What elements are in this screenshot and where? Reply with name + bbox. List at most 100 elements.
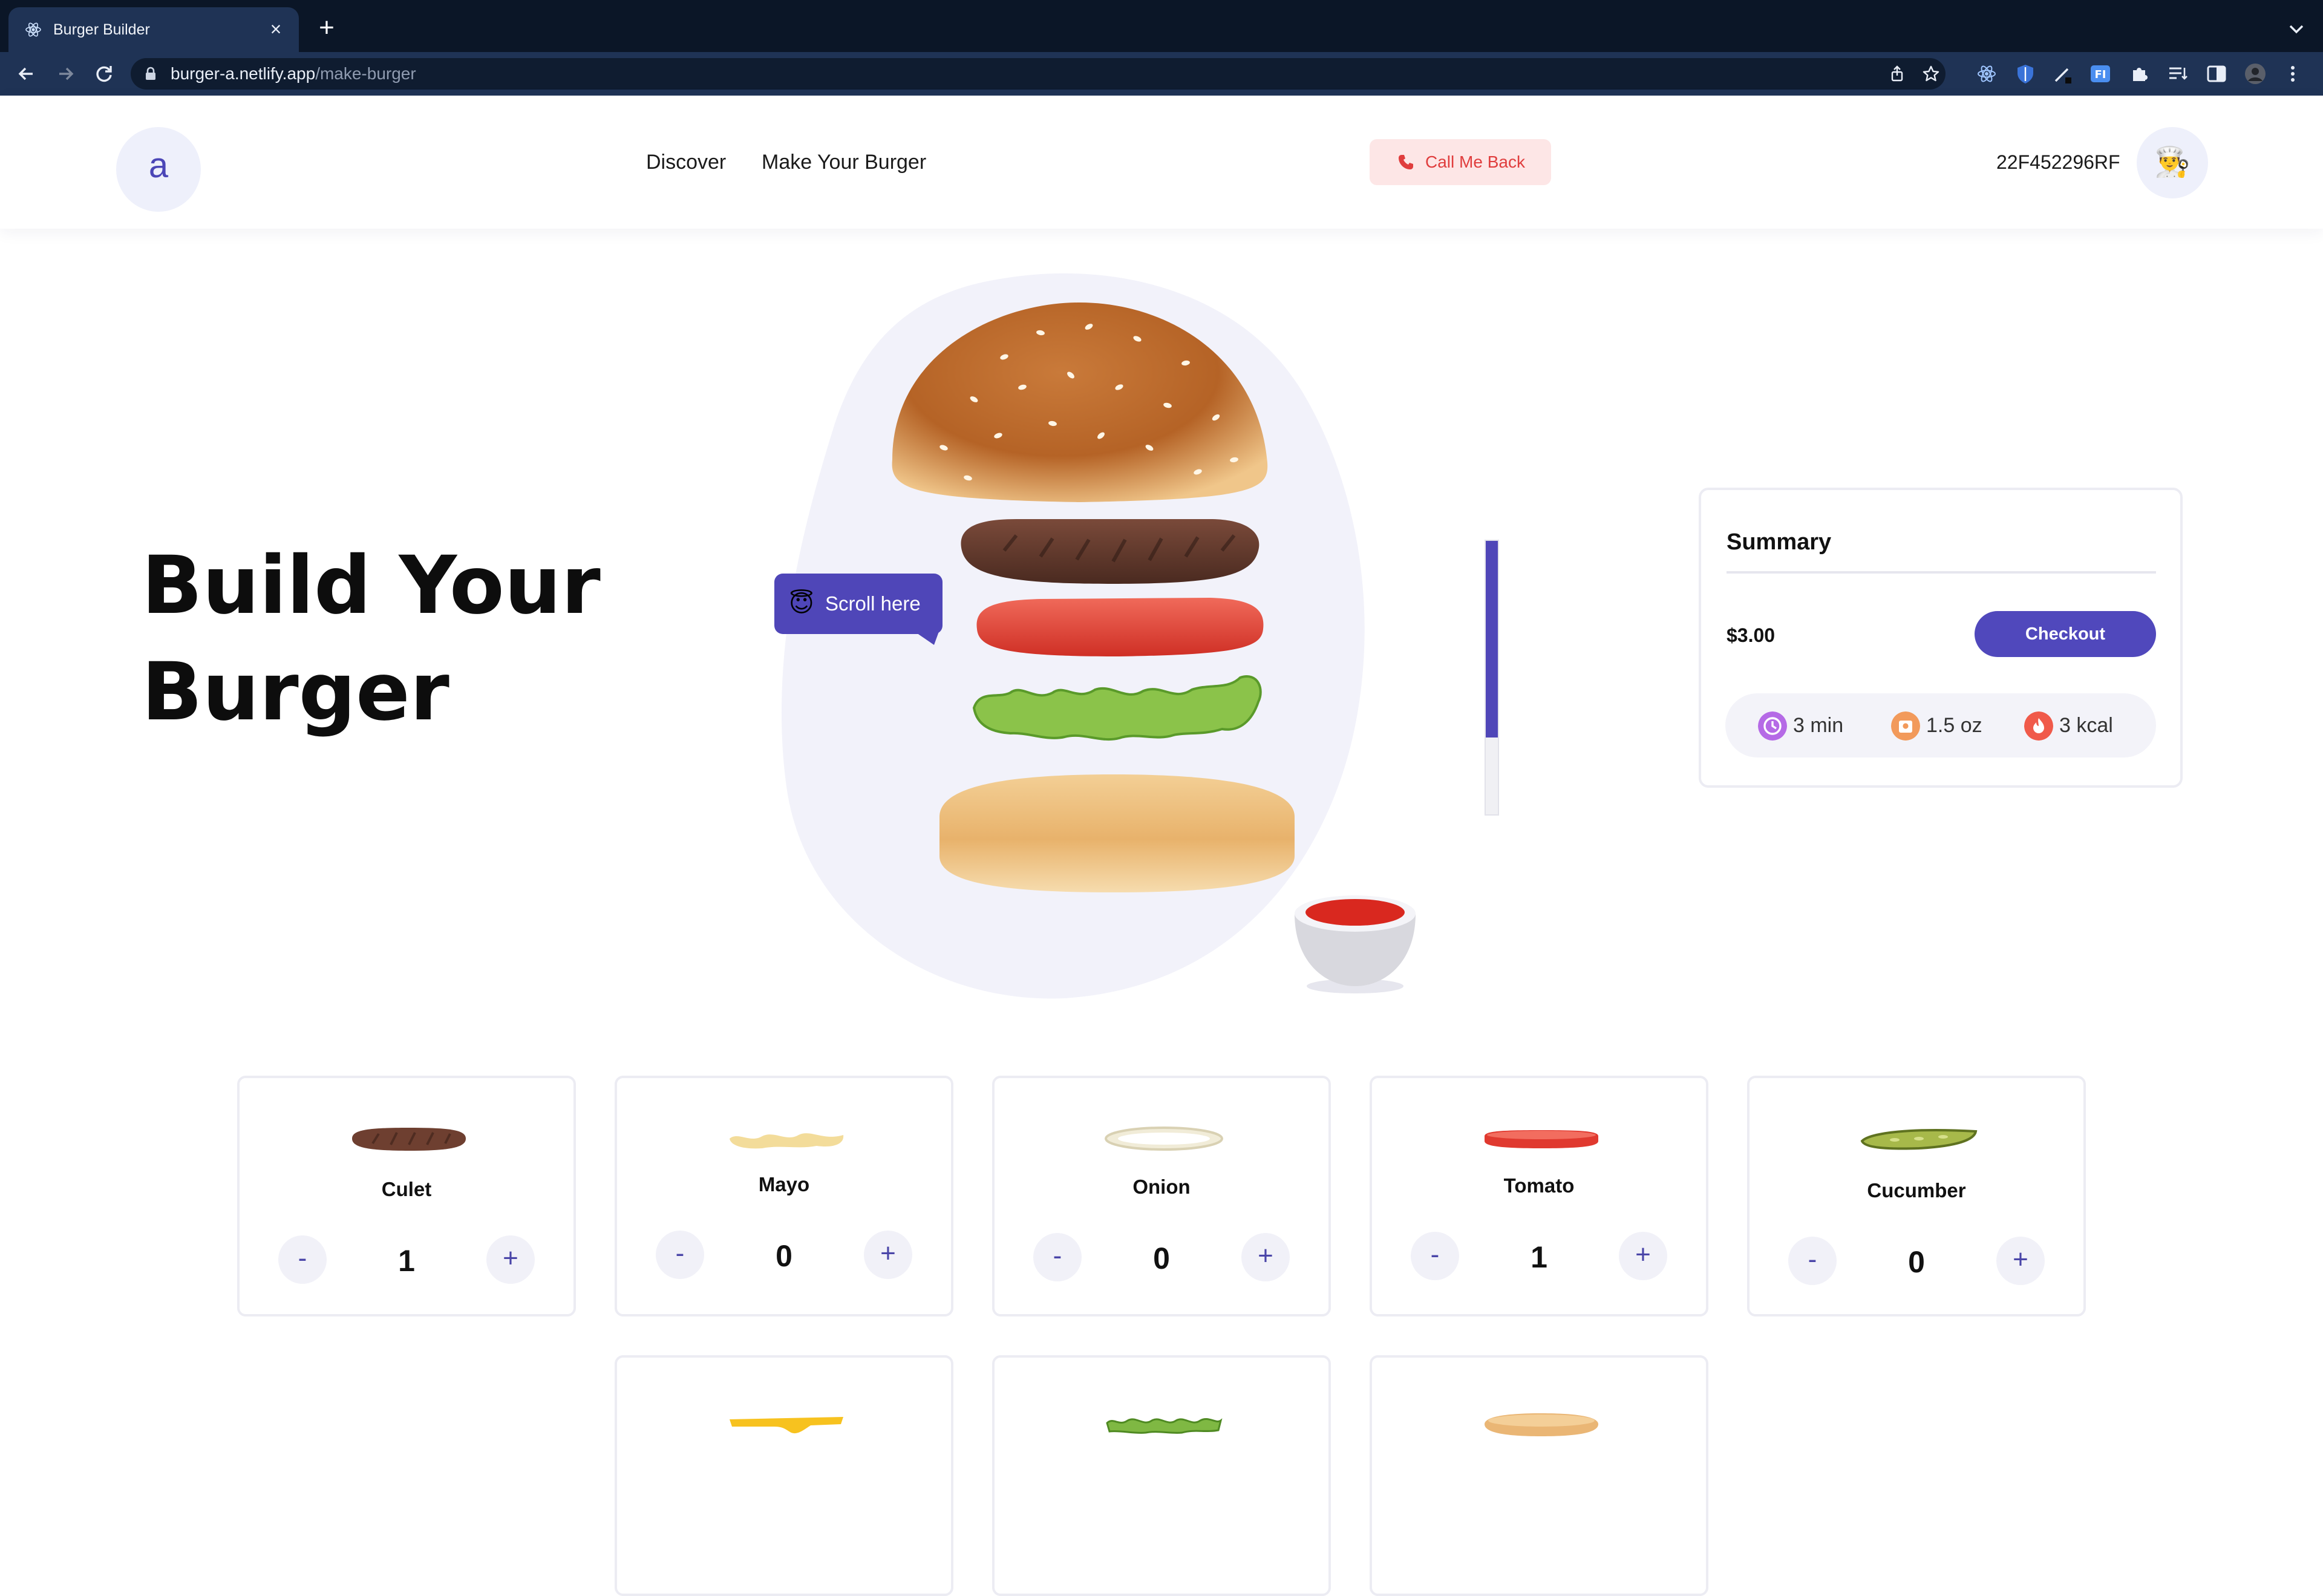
tooltip-tail [915,632,939,645]
nav-link-discover[interactable]: Discover [646,149,726,175]
burger-scroll-thumb[interactable] [1486,541,1498,737]
tomato-layer [976,598,1264,656]
decrease-onion-button[interactable]: - [1033,1233,1082,1281]
smile-emoji-icon: 😇 [789,590,814,617]
onion-count: 0 [1153,1241,1170,1275]
ingredient-name: Culet [381,1178,432,1200]
ingredient-name: Cucumber [1867,1179,1966,1202]
app-header: a Discover Make Your Burger Call Me Back… [0,96,2323,229]
brand-logo[interactable]: a [116,127,201,212]
clock-icon [1758,711,1787,741]
page-title-line-1: Build Your [142,539,601,632]
lock-icon [146,67,155,80]
extensions-puzzle-icon[interactable] [2128,63,2150,85]
checkout-button[interactable]: Checkout [1975,611,2156,657]
back-arrow-icon[interactable] [13,61,40,87]
burger-scroll-bar[interactable] [1485,540,1499,816]
stat-weight-value: 1.5 oz [1926,714,1982,737]
cheese-thumbnail [730,1417,843,1434]
ingredient-card-cucumber: Cucumber - 0 + [1747,1076,2086,1316]
increase-tomato-button[interactable]: + [1619,1232,1667,1280]
bun-thumbnail [1485,1413,1598,1436]
culet-thumbnail [352,1128,466,1151]
forward-arrow-icon[interactable] [52,61,79,87]
phone-icon [1399,155,1413,169]
ingredient-name: Tomato [1503,1174,1575,1197]
increase-onion-button[interactable]: + [1241,1233,1290,1281]
browser-chrome: Burger Builder × + burger-a.netlify.app/… [0,0,2323,96]
shield-extension-icon[interactable] [2014,63,2036,85]
call-me-back-button[interactable]: Call Me Back [1370,139,1551,185]
browser-toolbar: burger-a.netlify.app/make-burger FI [0,52,2323,96]
culet-count: 1 [398,1244,415,1278]
bookmark-star-icon[interactable] [1921,64,1941,83]
ingredient-card-onion: Onion - 0 + [992,1076,1331,1316]
address-bar[interactable]: burger-a.netlify.app/make-burger [131,58,1946,90]
ingredient-name: Mayo [758,1173,810,1195]
url-text: burger-a.netlify.app/make-burger [171,63,416,85]
summary-divider [1727,571,2156,574]
url-path: /make-burger [315,64,416,83]
tab-title: Burger Builder [53,21,150,38]
decrease-culet-button[interactable]: - [278,1235,327,1284]
decrease-cucumber-button[interactable]: - [1788,1237,1837,1285]
weight-icon [1891,711,1920,741]
user-avatar[interactable]: 👨‍🍳 [2137,127,2208,198]
onion-thumbnail [1105,1127,1223,1151]
tab-strip: Burger Builder × + [0,0,2323,52]
mayo-count: 0 [776,1239,792,1273]
summary-card: Summary $3.00 Checkout 3 min 1.5 oz 3 kc… [1699,488,2183,788]
svg-text:FI: FI [2095,68,2106,81]
tomato-count: 1 [1531,1240,1547,1274]
tab-search-chevron-icon[interactable] [2284,17,2308,41]
side-panel-icon[interactable] [2206,63,2227,85]
increase-culet-button[interactable]: + [486,1235,535,1284]
nav-link-make-your-burger[interactable]: Make Your Burger [762,149,926,175]
browser-tab[interactable]: Burger Builder × [8,7,299,52]
cucumber-thumbnail [1860,1128,1978,1150]
pen-extension-icon[interactable] [2052,63,2074,85]
new-tab-button[interactable]: + [313,15,340,42]
bottom-bun [939,774,1295,892]
summary-stats: 3 min 1.5 oz 3 kcal [1725,693,2156,757]
logo-letter: a [148,146,169,185]
url-host: burger-a.netlify.app [171,64,316,83]
browser-menu-icon[interactable] [2282,63,2304,85]
reload-icon[interactable] [91,61,117,87]
ingredient-card-culet: Culet - 1 + [237,1076,576,1316]
cucumber-count: 0 [1908,1245,1925,1279]
react-favicon-icon [25,22,41,37]
profile-avatar-icon[interactable] [2244,63,2266,85]
burger-preview[interactable] [750,266,1537,1004]
scroll-here-label: Scroll here [825,592,921,615]
reading-list-icon[interactable] [2167,63,2189,85]
summary-title: Summary [1727,529,1832,555]
chef-avatar-icon: 👨‍🍳 [2154,146,2191,178]
mayo-thumbnail [730,1133,844,1149]
tab-close-icon[interactable]: × [265,18,287,40]
lettuce-thumbnail [1106,1418,1223,1434]
page-title: Build Your Burger [142,532,686,745]
fi-extension-icon[interactable]: FI [2089,63,2111,85]
flame-icon [2024,711,2053,741]
stat-calories-value: 3 kcal [2059,714,2113,737]
scroll-here-tooltip: 😇 Scroll here [774,574,943,645]
order-id: 22F452296RF [1996,151,2120,173]
summary-price: $3.00 [1727,624,1776,646]
ingredient-name: Onion [1132,1176,1191,1198]
decrease-mayo-button[interactable]: - [656,1231,704,1279]
increase-mayo-button[interactable]: + [864,1231,912,1279]
react-devtools-extension-icon[interactable] [1976,63,1998,85]
stat-time-value: 3 min [1793,714,1844,737]
ingredient-card-cheese [615,1355,953,1596]
increase-cucumber-button[interactable]: + [1996,1237,2045,1285]
tomato-thumbnail [1485,1130,1598,1148]
ingredient-card-mayo: Mayo - 0 + [615,1076,953,1316]
call-me-back-label: Call Me Back [1425,152,1525,171]
page-title-line-2: Burger [142,646,449,739]
ingredient-card-tomato: Tomato - 1 + [1370,1076,1708,1316]
decrease-tomato-button[interactable]: - [1411,1232,1459,1280]
share-icon[interactable] [1887,64,1907,83]
ketchup-sauce [1305,899,1405,926]
ingredient-card-lettuce [992,1355,1331,1596]
